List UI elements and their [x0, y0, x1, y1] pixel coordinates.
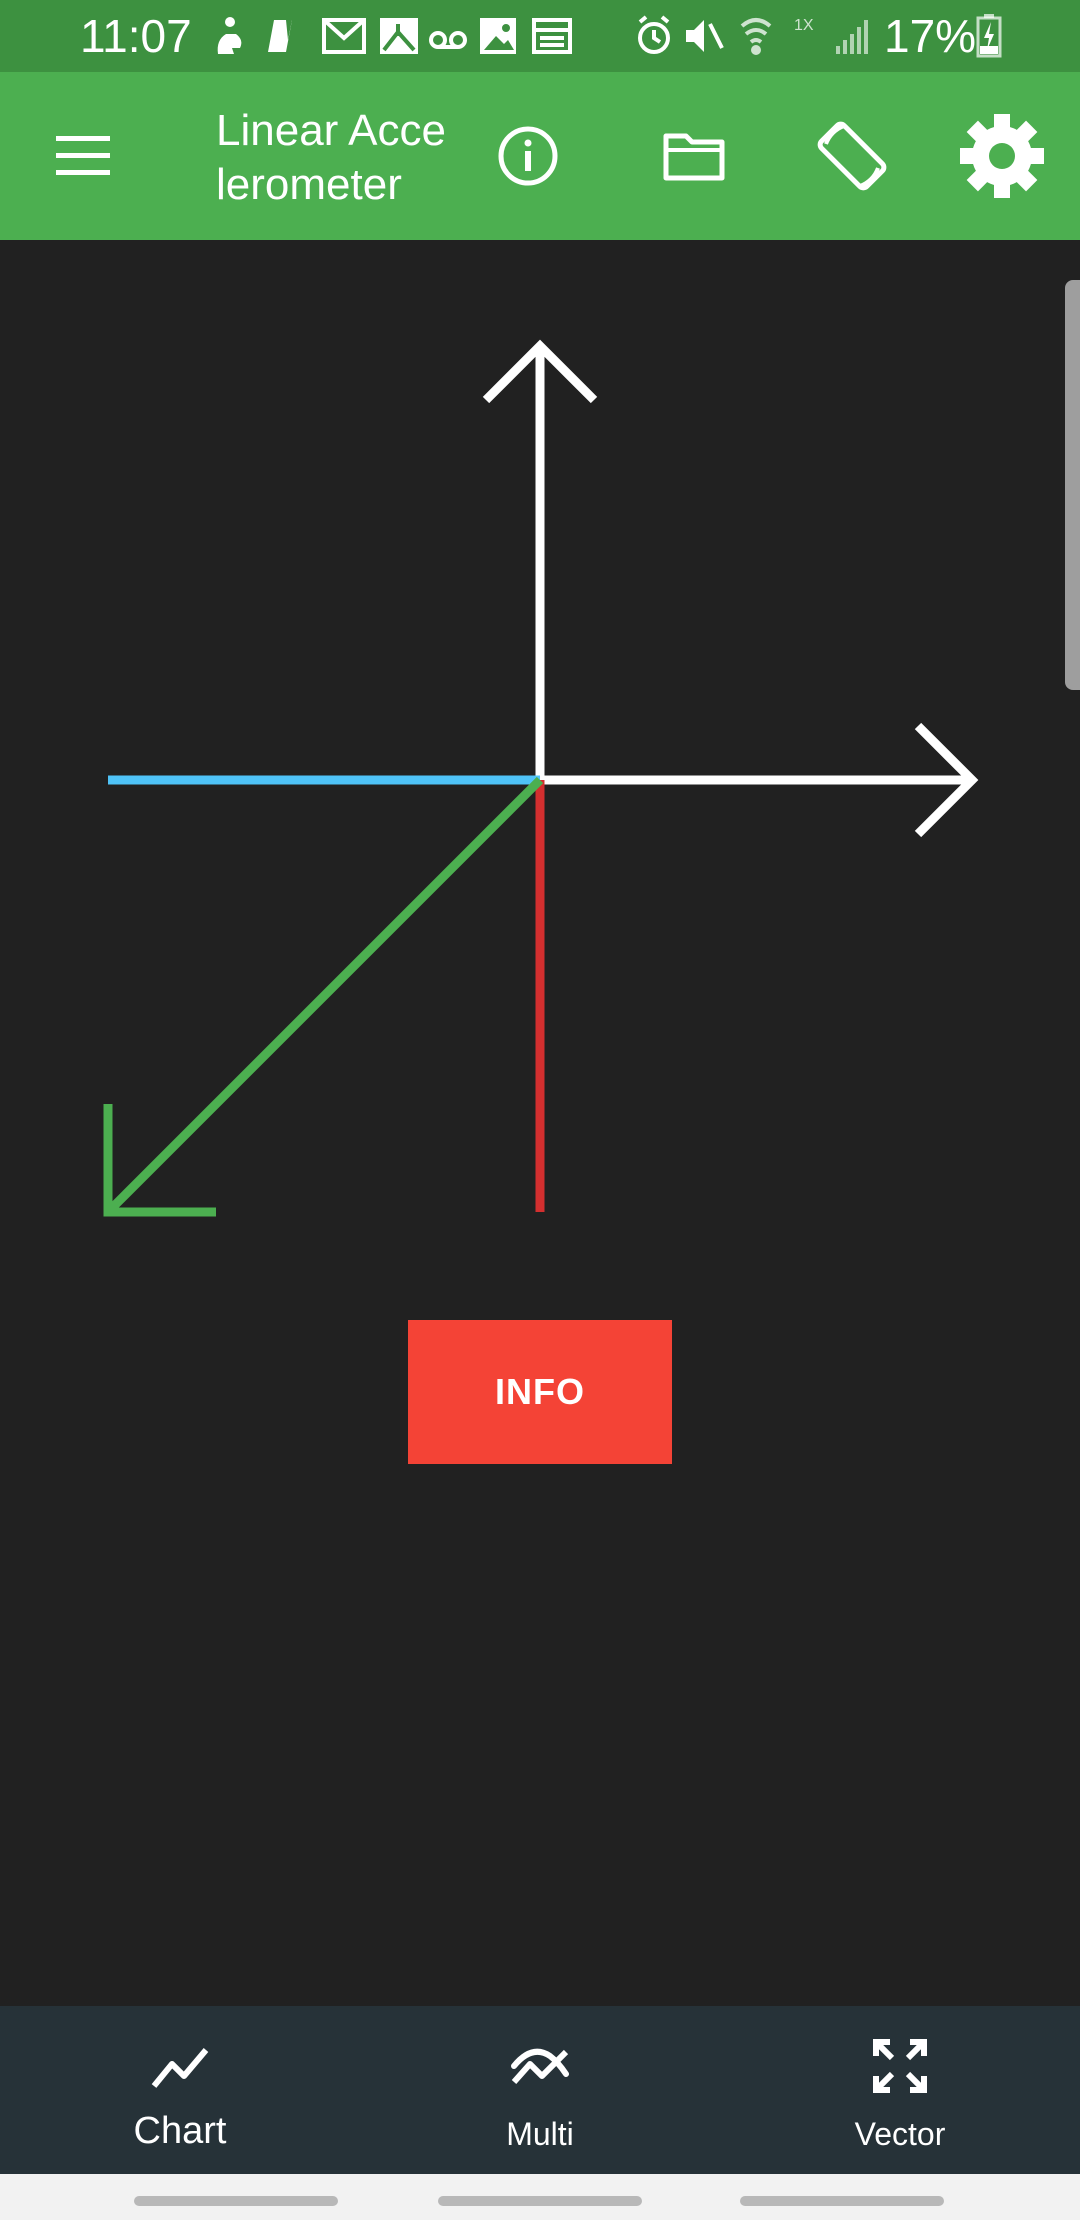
app-bar: Linear Accelerometer — [0, 72, 1080, 240]
image-icon — [480, 18, 516, 54]
menu-icon[interactable] — [52, 132, 116, 180]
system-navigation-bar — [0, 2174, 1080, 2220]
wifi-icon — [740, 18, 772, 55]
vector-expand-icon — [873, 2039, 927, 2093]
flipboard-icon — [268, 20, 292, 52]
info-icon[interactable] — [496, 124, 560, 188]
battery-charging-icon — [976, 14, 1002, 58]
home-button[interactable] — [438, 2196, 642, 2206]
chart-line-icon — [151, 2048, 209, 2088]
mute-icon — [686, 20, 724, 52]
nav-label-chart: Chart — [133, 2110, 227, 2152]
news-icon — [380, 18, 418, 54]
nav-item-chart[interactable]: Chart — [0, 2006, 360, 2174]
nav-item-multi[interactable]: Multi — [360, 2006, 720, 2174]
app-title: Linear Accelerometer — [216, 106, 446, 209]
signal-icon — [836, 20, 868, 54]
notification-icons — [217, 17, 572, 54]
battery-percent: 17% — [884, 10, 977, 62]
screen-rotation-icon[interactable] — [814, 118, 890, 194]
status-bar: 11:07 1X 17% — [0, 0, 1080, 72]
system-icons: 1X — [638, 15, 868, 55]
calendar-icon — [532, 18, 572, 54]
info-button[interactable]: INFO — [408, 1320, 672, 1464]
nav-item-vector[interactable]: Vector — [720, 2006, 1080, 2174]
alarm-icon — [638, 15, 670, 54]
vector-view: INFO — [0, 240, 1080, 2006]
gmail-icon — [322, 18, 366, 54]
status-time: 11:07 — [80, 10, 192, 62]
vector-diagram — [103, 339, 979, 1217]
person-icon — [217, 17, 242, 54]
bottom-navigation: Chart Multi Vector — [0, 2006, 1080, 2174]
nav-label-multi: Multi — [506, 2116, 574, 2152]
voicemail-icon — [429, 31, 467, 49]
nav-label-vector: Vector — [854, 2116, 946, 2152]
z-component-vector — [104, 776, 544, 1216]
svg-text:1X: 1X — [794, 17, 814, 34]
back-button[interactable] — [740, 2196, 944, 2206]
settings-icon[interactable] — [958, 112, 1046, 200]
recents-button[interactable] — [134, 2196, 338, 2206]
folder-icon[interactable] — [662, 128, 728, 184]
multi-chart-icon — [511, 2048, 569, 2084]
